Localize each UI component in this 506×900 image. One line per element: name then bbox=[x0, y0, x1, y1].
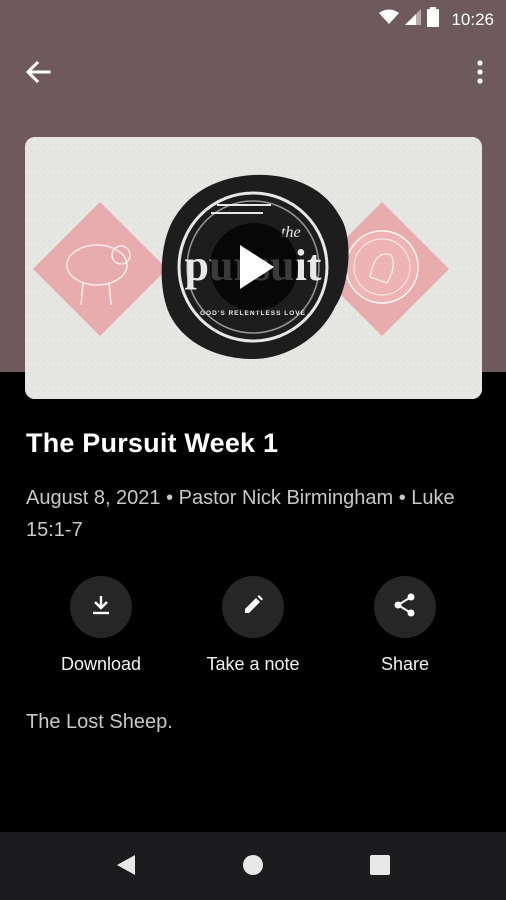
app-bar bbox=[0, 50, 506, 98]
action-row: Download Take a note Share bbox=[0, 576, 506, 686]
sermon-meta: August 8, 2021 • Pastor Nick Birmingham … bbox=[26, 487, 455, 541]
arrow-left-icon bbox=[25, 60, 51, 88]
sermon-title: The Pursuit Week 1 bbox=[26, 428, 279, 458]
nav-recents-button[interactable] bbox=[367, 854, 393, 880]
back-button[interactable] bbox=[18, 58, 58, 90]
sermon-artwork[interactable]: the pursuit GOD'S RELENTLESS LOVE bbox=[25, 137, 482, 399]
more-options-button[interactable] bbox=[468, 58, 492, 90]
share-button[interactable]: Share bbox=[335, 576, 475, 675]
download-label: Download bbox=[60, 654, 142, 674]
sermon-description: The Lost Sheep. bbox=[26, 711, 173, 733]
signal-icon bbox=[405, 9, 422, 30]
status-time: 10:26 bbox=[451, 9, 494, 29]
svg-text:GOD'S RELENTLESS LOVE: GOD'S RELENTLESS LOVE bbox=[200, 310, 306, 317]
more-vert-icon bbox=[477, 59, 483, 89]
nav-home-button[interactable] bbox=[240, 854, 266, 880]
share-icon bbox=[392, 592, 418, 623]
status-bar: 10:26 bbox=[0, 0, 506, 36]
pencil-icon bbox=[241, 593, 265, 622]
take-note-label: Take a note bbox=[206, 654, 300, 674]
share-label: Share bbox=[380, 654, 430, 674]
wifi-icon bbox=[379, 9, 400, 30]
download-button[interactable]: Download bbox=[31, 576, 171, 675]
nav-back-button[interactable] bbox=[113, 854, 139, 880]
nav-recents-icon bbox=[369, 854, 391, 881]
download-icon bbox=[89, 593, 113, 622]
system-nav-bar bbox=[0, 832, 506, 900]
nav-home-icon bbox=[241, 853, 265, 882]
nav-back-icon bbox=[115, 853, 137, 882]
take-note-button[interactable]: Take a note bbox=[183, 576, 323, 675]
battery-icon bbox=[427, 7, 440, 32]
play-button[interactable] bbox=[210, 223, 298, 311]
